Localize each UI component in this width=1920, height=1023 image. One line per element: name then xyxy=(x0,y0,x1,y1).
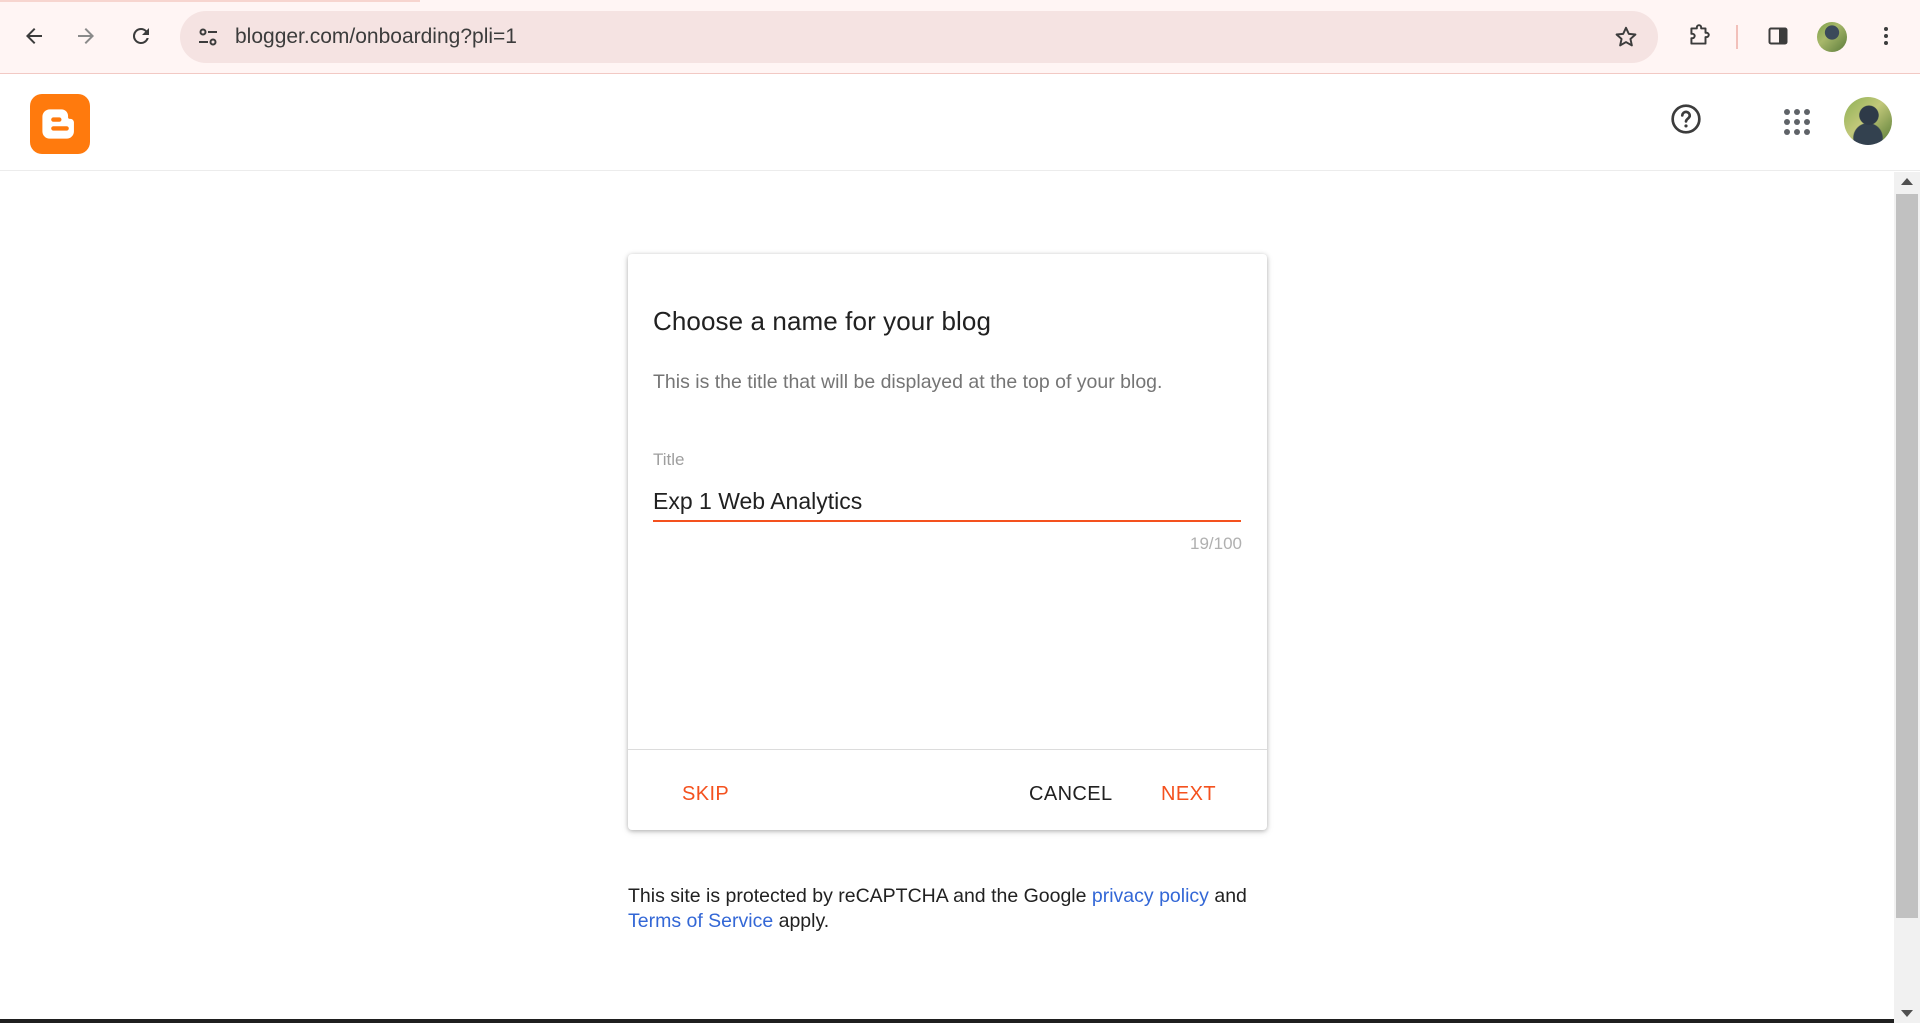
blogger-logo[interactable] xyxy=(30,94,90,154)
back-arrow-icon xyxy=(26,28,42,44)
terms-of-service-link[interactable]: Terms of Service xyxy=(628,910,773,932)
skip-button[interactable]: SKIP xyxy=(666,774,745,814)
page-scrollbar[interactable] xyxy=(1894,172,1920,1023)
reload-icon xyxy=(132,27,149,44)
extensions-icon[interactable] xyxy=(1681,18,1717,54)
url-text[interactable]: blogger.com/onboarding?pli=1 xyxy=(235,25,517,49)
dialog-divider xyxy=(628,749,1267,750)
bookmark-star-icon[interactable] xyxy=(1612,23,1640,51)
address-bar[interactable]: blogger.com/onboarding?pli=1 xyxy=(180,11,1658,63)
reload-button[interactable] xyxy=(121,16,161,56)
dialog-description: This is the title that will be displayed… xyxy=(653,371,1163,393)
scroll-up-icon[interactable] xyxy=(1901,178,1913,185)
cancel-button[interactable]: CANCEL xyxy=(1013,774,1129,814)
forward-button[interactable] xyxy=(66,16,106,56)
title-field-label: Title xyxy=(653,450,685,469)
toolbar-divider xyxy=(1736,25,1738,49)
site-settings-icon[interactable] xyxy=(194,23,222,51)
window-bottom-edge xyxy=(0,1019,1894,1023)
notice-text-after: apply. xyxy=(773,910,830,932)
scroll-down-icon[interactable] xyxy=(1901,1010,1913,1017)
recaptcha-notice: This site is protected by reCAPTCHA and … xyxy=(628,884,1288,934)
side-panel-icon[interactable] xyxy=(1760,18,1796,54)
browser-toolbar: blogger.com/onboarding?pli=1 xyxy=(0,0,1920,74)
back-button[interactable] xyxy=(14,16,54,56)
notice-text-middle: and xyxy=(1208,885,1247,907)
dialog-title: Choose a name for your blog xyxy=(653,306,992,336)
next-button[interactable]: NEXT xyxy=(1145,774,1232,814)
help-icon[interactable] xyxy=(1668,101,1704,137)
active-tab-accent xyxy=(0,0,420,2)
notice-text-before: This site is protected by reCAPTCHA and … xyxy=(628,885,1092,907)
blog-name-dialog: Choose a name for your blog This is the … xyxy=(628,254,1267,830)
kebab-menu-icon[interactable] xyxy=(1868,18,1904,54)
title-input[interactable] xyxy=(653,482,1241,522)
account-avatar[interactable] xyxy=(1844,97,1892,145)
blogger-b-icon xyxy=(42,109,74,139)
google-apps-icon[interactable] xyxy=(1780,105,1814,139)
app-header xyxy=(0,75,1920,171)
scrollbar-thumb[interactable] xyxy=(1896,194,1918,918)
profile-avatar[interactable] xyxy=(1817,22,1847,52)
privacy-policy-link[interactable]: privacy policy xyxy=(1092,885,1209,907)
char-counter: 19/100 xyxy=(1190,534,1242,553)
forward-arrow-icon xyxy=(78,28,94,44)
